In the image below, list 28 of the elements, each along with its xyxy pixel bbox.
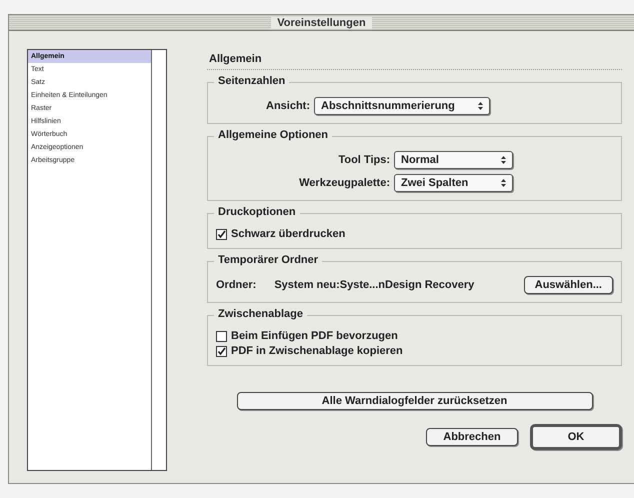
group-title: Seitenzahlen <box>214 75 290 87</box>
popup-menu[interactable]: Zwei Spalten <box>394 174 513 192</box>
ok-button[interactable]: OK <box>530 424 622 450</box>
reset-warnings-button[interactable]: Alle Warndialogfelder zurücksetzen <box>236 392 592 410</box>
group-title: Zwischenablage <box>214 308 307 320</box>
field-label: Ansicht: <box>266 100 310 112</box>
cancel-button[interactable]: Abbrechen <box>426 428 518 446</box>
checkbox[interactable] <box>216 346 227 356</box>
stepper-arrows-icon <box>478 102 483 110</box>
popup-menu[interactable]: Normal <box>394 151 513 169</box>
checkbox[interactable] <box>216 330 227 342</box>
window-title: Voreinstellungen <box>271 16 372 28</box>
checkbox-label: Beim Einfügen PDF bevorzugen <box>231 330 398 342</box>
group-title: Allgemeine Optionen <box>214 129 332 141</box>
group-title: Temporärer Ordner <box>214 254 322 266</box>
group-title: Druckoptionen <box>214 206 300 218</box>
stepper-arrows-icon <box>501 179 506 187</box>
popup-menu[interactable]: Abschnittsnummerierung <box>314 97 490 115</box>
checkbox[interactable] <box>216 228 227 240</box>
field-label: Werkzeugpalette: <box>299 177 390 189</box>
panel-title: Allgemein <box>207 49 622 70</box>
choose-button[interactable]: Auswählen... <box>524 276 613 294</box>
stepper-arrows-icon <box>501 156 506 164</box>
checkbox-label: Schwarz überdrucken <box>231 228 346 240</box>
checkbox-label: PDF in Zwischenablage kopieren <box>231 345 403 357</box>
field-label: Tool Tips: <box>338 154 390 166</box>
folder-path: System neu:Syste...nDesign Recovery <box>274 279 476 291</box>
field-label: Ordner: <box>216 279 256 291</box>
